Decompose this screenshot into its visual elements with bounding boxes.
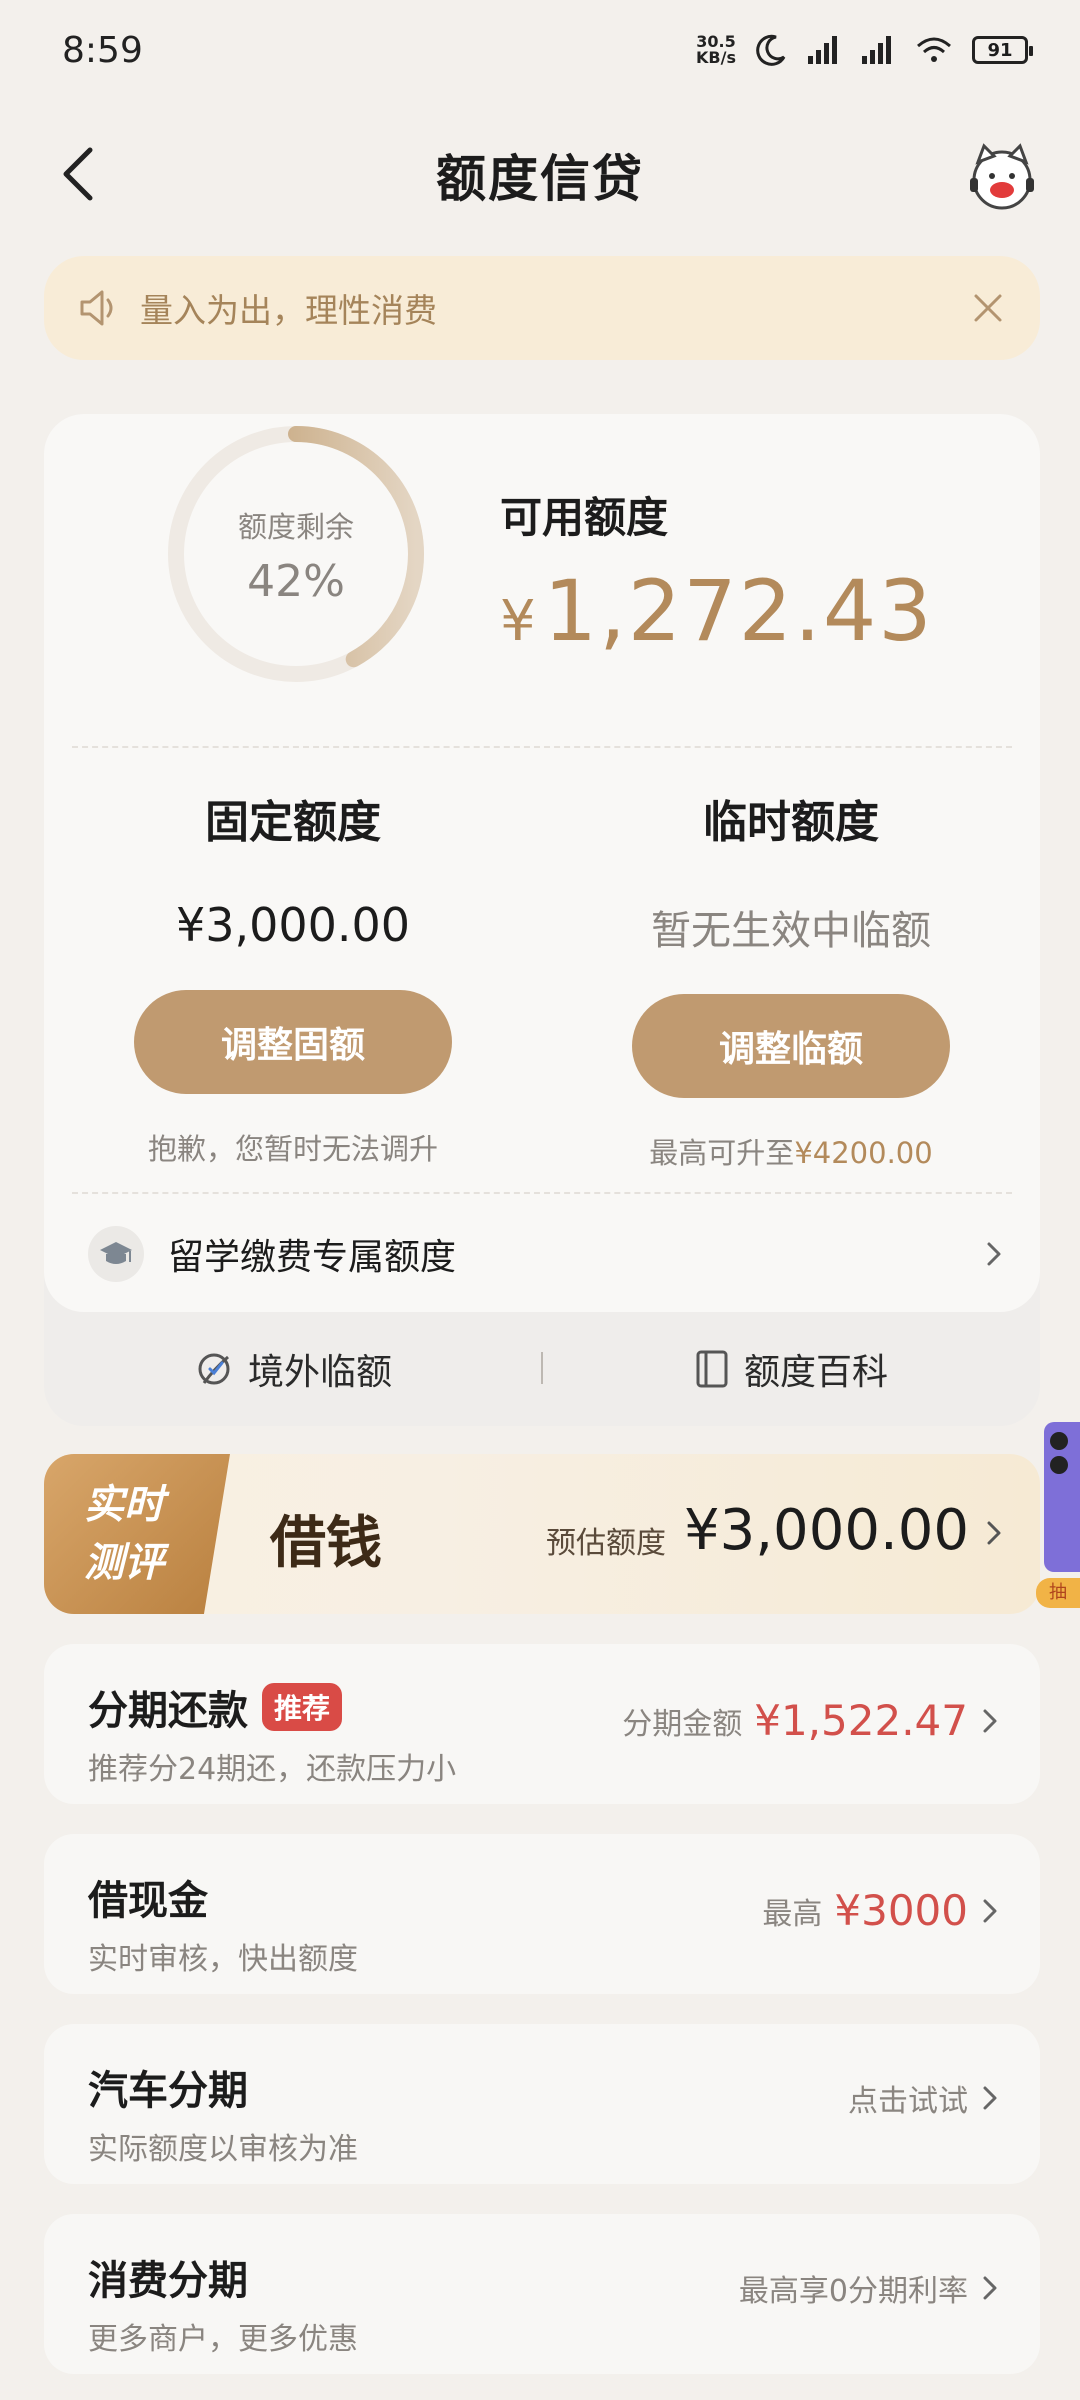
temp-quota-note: 最高可升至¥4200.00 — [542, 1130, 1040, 1172]
chevron-right-icon — [987, 1242, 1001, 1266]
list-item-right: 点击试试 — [848, 2076, 1000, 2120]
list-item-subtitle: 推荐分24期还，还款压力小 — [88, 1752, 457, 1787]
graduation-cap-icon — [88, 1226, 144, 1282]
globe-check-icon — [198, 1353, 230, 1385]
ring-percent: 42% — [247, 556, 345, 607]
network-speed: 30.5 KB/s — [696, 34, 736, 66]
divider — [72, 1192, 1012, 1194]
adjust-temp-quota-button[interactable]: 调整临额 — [632, 994, 950, 1098]
quota-encyclopedia-label: 额度百科 — [743, 1352, 888, 1393]
installment-repayment-card[interactable]: 分期还款 推荐 推荐分24期还，还款压力小 分期金额 ¥1,522.47 — [44, 1644, 1040, 1804]
fixed-quota-title: 固定额度 — [205, 797, 381, 848]
divider — [72, 746, 1012, 748]
list-item-title: 分期还款 推荐 — [88, 1678, 343, 1736]
battery-icon: 91 — [972, 36, 1033, 64]
realtime-evaluation-tag-line1: 实时 — [84, 1482, 164, 1528]
notice-text: 量入为出，理性消费 — [140, 291, 437, 330]
zero-interest-label: 最高享0分期利率 — [738, 2274, 968, 2309]
quota-card: 额度剩余 42% 可用额度 ¥1,272.43 固定额度 ¥3,000.00 调… — [44, 414, 1040, 1426]
signal-icon-2 — [862, 36, 891, 64]
list-item-subtitle: 更多商户，更多优惠 — [88, 2322, 358, 2357]
status-icons: 30.5 KB/s 91 — [696, 33, 1033, 67]
recommend-badge: 推荐 — [262, 1683, 343, 1731]
car-installment-title: 汽车分期 — [88, 2068, 248, 2114]
remaining-quota-ring: 额度剩余 42% — [156, 414, 436, 694]
overseas-temp-quota-label: 境外临额 — [247, 1352, 392, 1393]
temp-quota-value: 暂无生效中临额 — [651, 908, 931, 954]
status-bar: 8:59 30.5 KB/s 91 — [0, 0, 1080, 100]
chevron-right-icon — [987, 1521, 1001, 1545]
estimated-quota-label: 预估额度 — [546, 1526, 666, 1561]
chevron-right-icon — [983, 1899, 997, 1922]
speaker-icon — [80, 290, 113, 326]
study-abroad-quota-label: 留学缴费专属额度 — [168, 1237, 457, 1278]
moon-icon — [756, 34, 786, 66]
fixed-quota-value: ¥3,000.00 — [175, 898, 411, 952]
overseas-temp-quota-link[interactable]: 境外临额 — [44, 1343, 542, 1395]
max-value: ¥3000 — [834, 1886, 968, 1935]
available-quota-label: 可用额度 — [500, 493, 669, 542]
chevron-right-icon — [983, 2276, 997, 2300]
header: 额度信贷 — [0, 120, 1080, 230]
adjust-fixed-quota-button[interactable]: 调整固额 — [134, 990, 452, 1094]
temp-quota-section: 临时额度 暂无生效中临额 调整临额 最高可升至¥4200.00 — [542, 786, 1040, 1172]
fixed-quota-section: 固定额度 ¥3,000.00 调整固额 抱歉，您暂时无法调升 — [44, 786, 542, 1168]
fixed-quota-note: 抱歉，您暂时无法调升 — [147, 1132, 438, 1166]
signal-icon — [808, 36, 837, 64]
realtime-evaluation-tag: 实时 测评 — [44, 1454, 230, 1614]
back-icon[interactable] — [56, 144, 106, 204]
floating-promo-tag[interactable]: 抽 — [1036, 1578, 1080, 1608]
link-separator — [541, 1352, 543, 1384]
currency-symbol: ¥ — [500, 589, 538, 654]
list-item-right: 最高享0分期利率 — [739, 2266, 1000, 2310]
floating-promo-phone-icon[interactable] — [1044, 1422, 1080, 1572]
installment-amount-label: 分期金额 — [622, 1706, 743, 1742]
temp-quota-note-prefix: 最高可升至 — [649, 1136, 795, 1170]
temp-quota-max-value: ¥4200.00 — [794, 1136, 933, 1170]
chevron-right-icon — [983, 1709, 997, 1732]
customer-service-mascot-icon[interactable] — [964, 140, 1040, 216]
book-icon — [696, 1350, 728, 1388]
network-speed-unit: KB/s — [696, 48, 736, 67]
max-label: 最高 — [762, 1896, 823, 1932]
list-item-right: 最高 ¥3000 — [762, 1886, 1000, 1935]
close-icon[interactable] — [970, 290, 1006, 326]
wifi-icon — [917, 37, 951, 62]
installment-repayment-title: 分期还款 — [88, 1688, 248, 1734]
quota-card-main: 额度剩余 42% 可用额度 ¥1,272.43 固定额度 ¥3,000.00 调… — [44, 414, 1040, 1312]
car-installment-card[interactable]: 汽车分期 实际额度以审核为准 点击试试 — [44, 2024, 1040, 2184]
consumer-installment-title: 消费分期 — [88, 2258, 248, 2304]
realtime-evaluation-tag-line2: 测评 — [84, 1540, 164, 1586]
borrow-money-title: 借钱 — [270, 1510, 382, 1576]
page-title: 额度信贷 — [436, 150, 644, 208]
temp-quota-title: 临时额度 — [703, 797, 879, 848]
ring-label: 额度剩余 — [237, 510, 354, 544]
remaining-quota-ring-chart — [168, 426, 424, 682]
notice-bar: 量入为出，理性消费 — [44, 256, 1040, 360]
available-quota-value: ¥1,272.43 — [500, 562, 934, 660]
quota-links: 境外临额 额度百科 — [44, 1312, 1040, 1426]
clock: 8:59 — [62, 29, 143, 71]
installment-amount-value: ¥1,522.47 — [754, 1696, 968, 1745]
try-it-label: 点击试试 — [848, 2084, 968, 2119]
available-amount: 1,272.43 — [543, 562, 934, 660]
list-item-subtitle: 实际额度以审核为准 — [88, 2132, 358, 2167]
borrow-money-banner[interactable]: 实时 测评 借钱 预估额度 ¥3,000.00 — [44, 1454, 1040, 1614]
estimated-quota-value: ¥3,000.00 — [684, 1498, 970, 1563]
quota-encyclopedia-link[interactable]: 额度百科 — [542, 1343, 1040, 1395]
list-item-right: 分期金额 ¥1,522.47 — [622, 1696, 1000, 1745]
consumer-installment-card[interactable]: 消费分期 更多商户，更多优惠 最高享0分期利率 — [44, 2214, 1040, 2374]
cash-loan-card[interactable]: 借现金 实时审核，快出额度 最高 ¥3000 — [44, 1834, 1040, 1994]
chevron-right-icon — [983, 2086, 997, 2110]
list-item-subtitle: 实时审核，快出额度 — [88, 1942, 358, 1977]
study-abroad-quota-row[interactable]: 留学缴费专属额度 — [44, 1204, 1040, 1304]
cash-loan-title: 借现金 — [88, 1878, 208, 1924]
